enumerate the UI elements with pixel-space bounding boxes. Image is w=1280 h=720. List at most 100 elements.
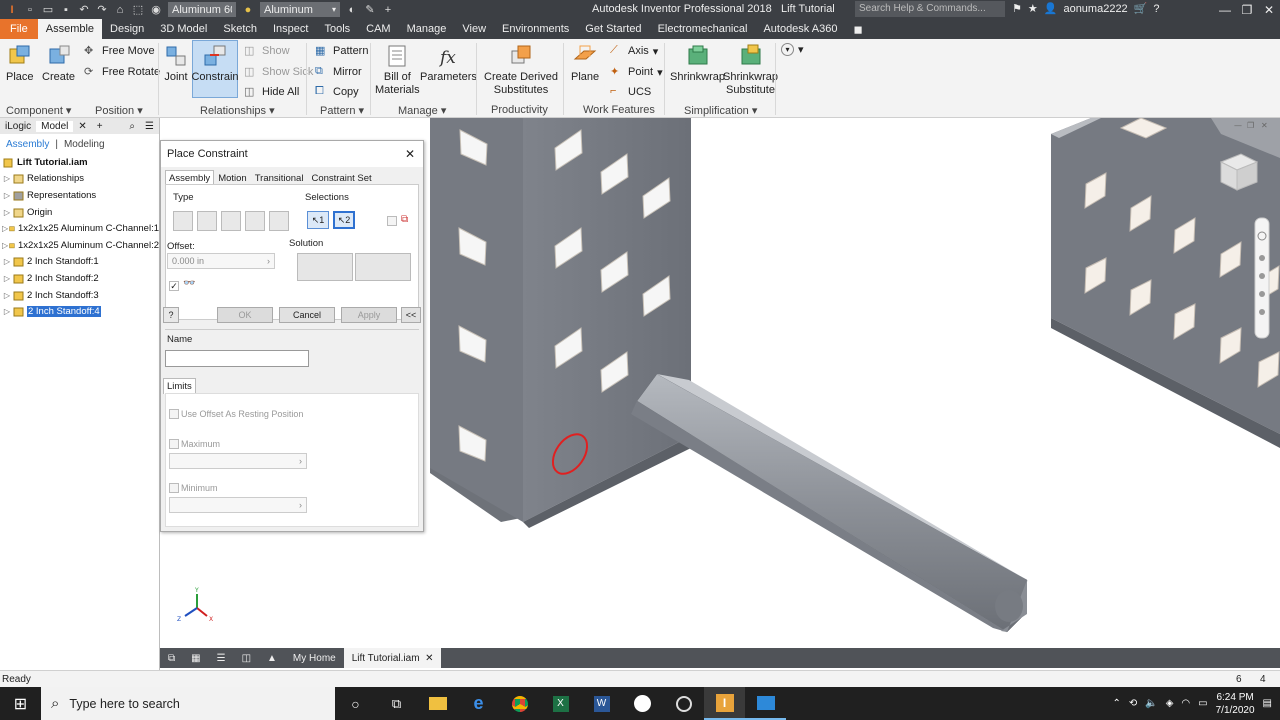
selection-1-button[interactable]: ↖ 1 — [307, 211, 329, 229]
view-cube[interactable] — [1219, 153, 1259, 191]
selection-2-button[interactable]: ↖ 2 — [333, 211, 355, 229]
hide-all-button[interactable]: ◫ Hide All — [244, 85, 299, 99]
tab-3d-model[interactable]: 3D Model — [152, 19, 215, 39]
expand-icon[interactable]: ▷ — [2, 291, 12, 300]
parameters-button[interactable]: fx Parameters — [420, 41, 477, 84]
cancel-button[interactable]: Cancel — [279, 307, 335, 323]
tab-my-home[interactable]: My Home — [285, 648, 344, 668]
help-search-input[interactable]: Search Help & Commands... — [855, 1, 1005, 17]
start-icon[interactable]: ⊞ — [0, 687, 41, 720]
solution-mate-button[interactable] — [297, 253, 353, 281]
show-sick-button[interactable]: ◫ Show Sick — [244, 65, 313, 79]
taskbar-search[interactable]: ⌕ Type here to search — [41, 687, 335, 720]
subtab-assembly[interactable]: Assembly — [6, 139, 49, 150]
notifications-icon[interactable]: ▤ — [1263, 698, 1272, 709]
volume-icon[interactable]: 🔈 — [1145, 698, 1157, 709]
tab-autodesk-a360[interactable]: Autodesk A360 — [755, 19, 845, 39]
star-icon[interactable]: ★ — [1028, 2, 1038, 15]
clear-override-icon[interactable]: ✎ — [362, 3, 378, 17]
pick-part-first-checkbox[interactable] — [387, 216, 397, 226]
expand-icon[interactable]: ▷ — [2, 191, 12, 200]
tangent-constraint-button[interactable] — [221, 211, 241, 231]
excel-icon[interactable]: X — [540, 687, 581, 720]
subtab-modeling[interactable]: Modeling — [64, 139, 105, 150]
minimum-checkbox[interactable] — [169, 483, 179, 493]
show-preview-checkbox[interactable]: ✓ — [169, 281, 179, 291]
search-icon[interactable]: ⚑ — [1012, 2, 1022, 15]
pattern-panel-label[interactable]: Pattern ▾ — [320, 104, 364, 117]
open-icon[interactable]: ▭ — [40, 3, 56, 17]
expand-icon[interactable]: ▷ — [2, 208, 12, 217]
tree-item[interactable]: ▷ 1x2x1x25 Aluminum C-Channel:2 — [2, 237, 159, 254]
up-icon[interactable]: ▲ — [259, 648, 285, 668]
undo-icon[interactable]: ↶ — [76, 3, 92, 17]
manage-panel-label[interactable]: Manage ▾ — [398, 104, 446, 117]
point-button[interactable]: ✦ Point ▾ — [610, 65, 663, 79]
place-button[interactable]: Place — [6, 41, 34, 84]
menu-icon[interactable]: ☰ — [140, 121, 159, 132]
expand-icon[interactable]: ▷ — [2, 307, 12, 316]
mate-constraint-button[interactable] — [173, 211, 193, 231]
restore-icon[interactable]: ❐ — [1236, 0, 1258, 19]
tab-cam[interactable]: CAM — [358, 19, 398, 39]
free-move-button[interactable]: ✥ Free Move — [84, 44, 155, 58]
tree-item[interactable]: ▷ 2 Inch Standoff:2 — [2, 270, 159, 287]
shrinkwrap-button[interactable]: Shrinkwrap — [670, 41, 725, 84]
inventor-taskbar-icon[interactable]: I — [704, 687, 745, 720]
update-icon[interactable]: ◉ — [148, 3, 164, 17]
ok-button[interactable]: OK — [217, 307, 273, 323]
save-icon[interactable]: ▪ — [58, 3, 74, 17]
free-rotate-button[interactable]: ⟳ Free Rotate — [84, 65, 160, 79]
app-icon[interactable] — [663, 687, 704, 720]
viewport-window-controls[interactable]: — ❐ ✕ — [1234, 121, 1268, 130]
tree-root[interactable]: Lift Tutorial.iam — [2, 154, 159, 171]
edge-icon[interactable]: e — [458, 687, 499, 720]
home-icon[interactable]: ⌂ — [112, 3, 128, 17]
simplification-panel-label[interactable]: Simplification ▾ — [684, 104, 757, 117]
minimize-icon[interactable]: — — [1214, 0, 1236, 19]
tree-item[interactable]: ▷ Origin — [2, 204, 159, 221]
browser-tab-model[interactable]: Model — [36, 120, 74, 132]
insert-constraint-button[interactable] — [245, 211, 265, 231]
mirror-button[interactable]: ⧉ Mirror — [315, 65, 362, 79]
help-button[interactable]: ? — [163, 307, 179, 323]
expand-icon[interactable]: ▷ — [2, 241, 8, 250]
search-icon[interactable]: ⌕ — [124, 121, 140, 132]
solution-flush-button[interactable] — [355, 253, 411, 281]
tab-electromechanical[interactable]: Electromechanical — [650, 19, 756, 39]
tree-item[interactable]: ▷ 2 Inch Standoff:3 — [2, 287, 159, 304]
add-tab-icon[interactable]: + — [92, 121, 108, 132]
tab-inspect[interactable]: Inspect — [265, 19, 316, 39]
joint-button[interactable]: Joint — [163, 41, 189, 84]
tree-item[interactable]: ▷ Relationships — [2, 171, 159, 188]
wifi-icon[interactable]: ◠ — [1181, 698, 1190, 709]
close-icon[interactable]: ✕ — [425, 653, 433, 664]
axis-button[interactable]: ⟋ Axis ▾ — [610, 44, 658, 58]
ucs-button[interactable]: ⌐ UCS — [610, 85, 651, 99]
arrange-icon[interactable]: ☰ — [209, 648, 234, 668]
cascade-icon[interactable]: ⧉ — [160, 648, 183, 668]
sync-icon[interactable]: ⟲ — [1129, 698, 1137, 709]
expand-icon[interactable]: ▷ — [2, 274, 12, 283]
chevron-up-icon[interactable]: ⌃ — [1112, 698, 1120, 709]
tab-tools[interactable]: Tools — [316, 19, 358, 39]
navigation-bar[interactable] — [1254, 217, 1270, 339]
apply-button[interactable]: Apply — [341, 307, 397, 323]
adjust-icon[interactable]: ◐ — [344, 3, 360, 17]
whatsapp-icon[interactable] — [622, 687, 663, 720]
new-icon[interactable]: ▫ — [22, 3, 38, 17]
tab-view[interactable]: View — [454, 19, 494, 39]
plus-icon[interactable]: + — [380, 3, 396, 17]
appearance-combo[interactable]: Aluminum ▾ — [260, 2, 340, 17]
word-icon[interactable]: W — [581, 687, 622, 720]
copy-button[interactable]: ⧠ Copy — [315, 85, 359, 99]
photos-icon[interactable] — [745, 687, 786, 720]
standoff-rod[interactable] — [631, 373, 1028, 633]
plane-button[interactable]: Plane — [571, 41, 599, 84]
tab-get-started[interactable]: Get Started — [577, 19, 649, 39]
tree-item[interactable]: ▷ Representations — [2, 187, 159, 204]
close-icon[interactable]: ✕ — [1258, 0, 1280, 19]
expand-icon[interactable]: ▷ — [2, 257, 12, 266]
dropbox-icon[interactable]: ◈ — [1166, 698, 1174, 709]
user-icon[interactable]: 👤 — [1044, 2, 1058, 15]
